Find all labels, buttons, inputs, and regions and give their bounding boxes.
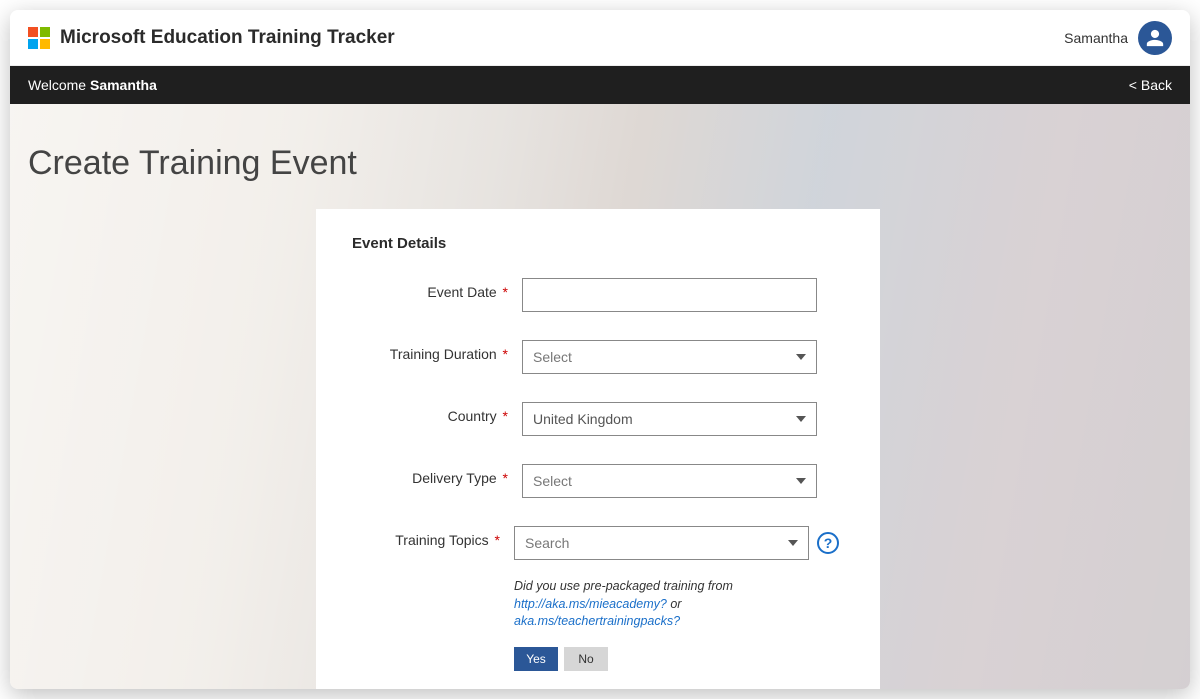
app-window: Microsoft Education Training Tracker Sam… — [10, 10, 1190, 689]
app-title: Microsoft Education Training Tracker — [60, 27, 395, 49]
avatar-icon[interactable] — [1138, 21, 1172, 55]
header-user-name: Samantha — [1064, 30, 1128, 46]
label-country: Country * — [352, 402, 522, 424]
welcome-prefix: Welcome — [28, 77, 90, 93]
form-card: Event Details Event Date * Training Dura… — [316, 209, 880, 689]
prepack-yes-no: Yes No — [514, 647, 844, 671]
country-select[interactable]: United Kingdom — [522, 402, 817, 436]
page-title: Create Training Event — [10, 104, 1190, 209]
country-value: United Kingdom — [533, 411, 633, 427]
section-heading: Event Details — [352, 235, 844, 252]
label-delivery-type: Delivery Type * — [352, 464, 522, 486]
label-training-duration: Training Duration * — [352, 340, 522, 362]
delivery-type-value: Select — [533, 473, 572, 489]
delivery-type-select[interactable]: Select — [522, 464, 817, 498]
welcome-text: Welcome Samantha — [28, 77, 157, 93]
training-duration-value: Select — [533, 349, 572, 365]
training-topics-value: Search — [525, 535, 569, 551]
header-bar: Microsoft Education Training Tracker Sam… — [10, 10, 1190, 66]
training-duration-select[interactable]: Select — [522, 340, 817, 374]
row-event-date: Event Date * — [352, 278, 844, 312]
prepack-link-2[interactable]: aka.ms/teachertrainingpacks? — [514, 614, 680, 628]
row-country: Country * United Kingdom — [352, 402, 844, 436]
chevron-down-icon — [796, 478, 806, 484]
label-training-topics: Training Topics * — [352, 526, 514, 548]
chevron-down-icon — [796, 354, 806, 360]
event-date-input[interactable] — [522, 278, 817, 312]
row-delivery-type: Delivery Type * Select — [352, 464, 844, 498]
welcome-bar: Welcome Samantha < Back — [10, 66, 1190, 104]
row-training-duration: Training Duration * Select — [352, 340, 844, 374]
user-chip[interactable]: Samantha — [1064, 21, 1172, 55]
welcome-user-name: Samantha — [90, 77, 157, 93]
hero-section: Create Training Event Event Details Even… — [10, 104, 1190, 689]
label-event-date: Event Date * — [352, 278, 522, 300]
prepack-question: Did you use pre-packaged training from h… — [514, 578, 844, 631]
required-marker: * — [499, 284, 508, 300]
back-link[interactable]: < Back — [1129, 77, 1172, 93]
microsoft-logo-icon — [28, 27, 50, 49]
prepack-no-button[interactable]: No — [564, 647, 608, 671]
chevron-down-icon — [796, 416, 806, 422]
chevron-down-icon — [788, 540, 798, 546]
brand: Microsoft Education Training Tracker — [28, 27, 395, 49]
row-training-topics: Training Topics * Search ? Did you use p… — [352, 526, 844, 671]
prepack-yes-button[interactable]: Yes — [514, 647, 558, 671]
help-icon[interactable]: ? — [817, 532, 839, 554]
scroll-region[interactable]: Microsoft Education Training Tracker Sam… — [10, 10, 1190, 689]
training-topics-select[interactable]: Search — [514, 526, 809, 560]
prepack-link-1[interactable]: http://aka.ms/mieacademy? — [514, 597, 667, 611]
